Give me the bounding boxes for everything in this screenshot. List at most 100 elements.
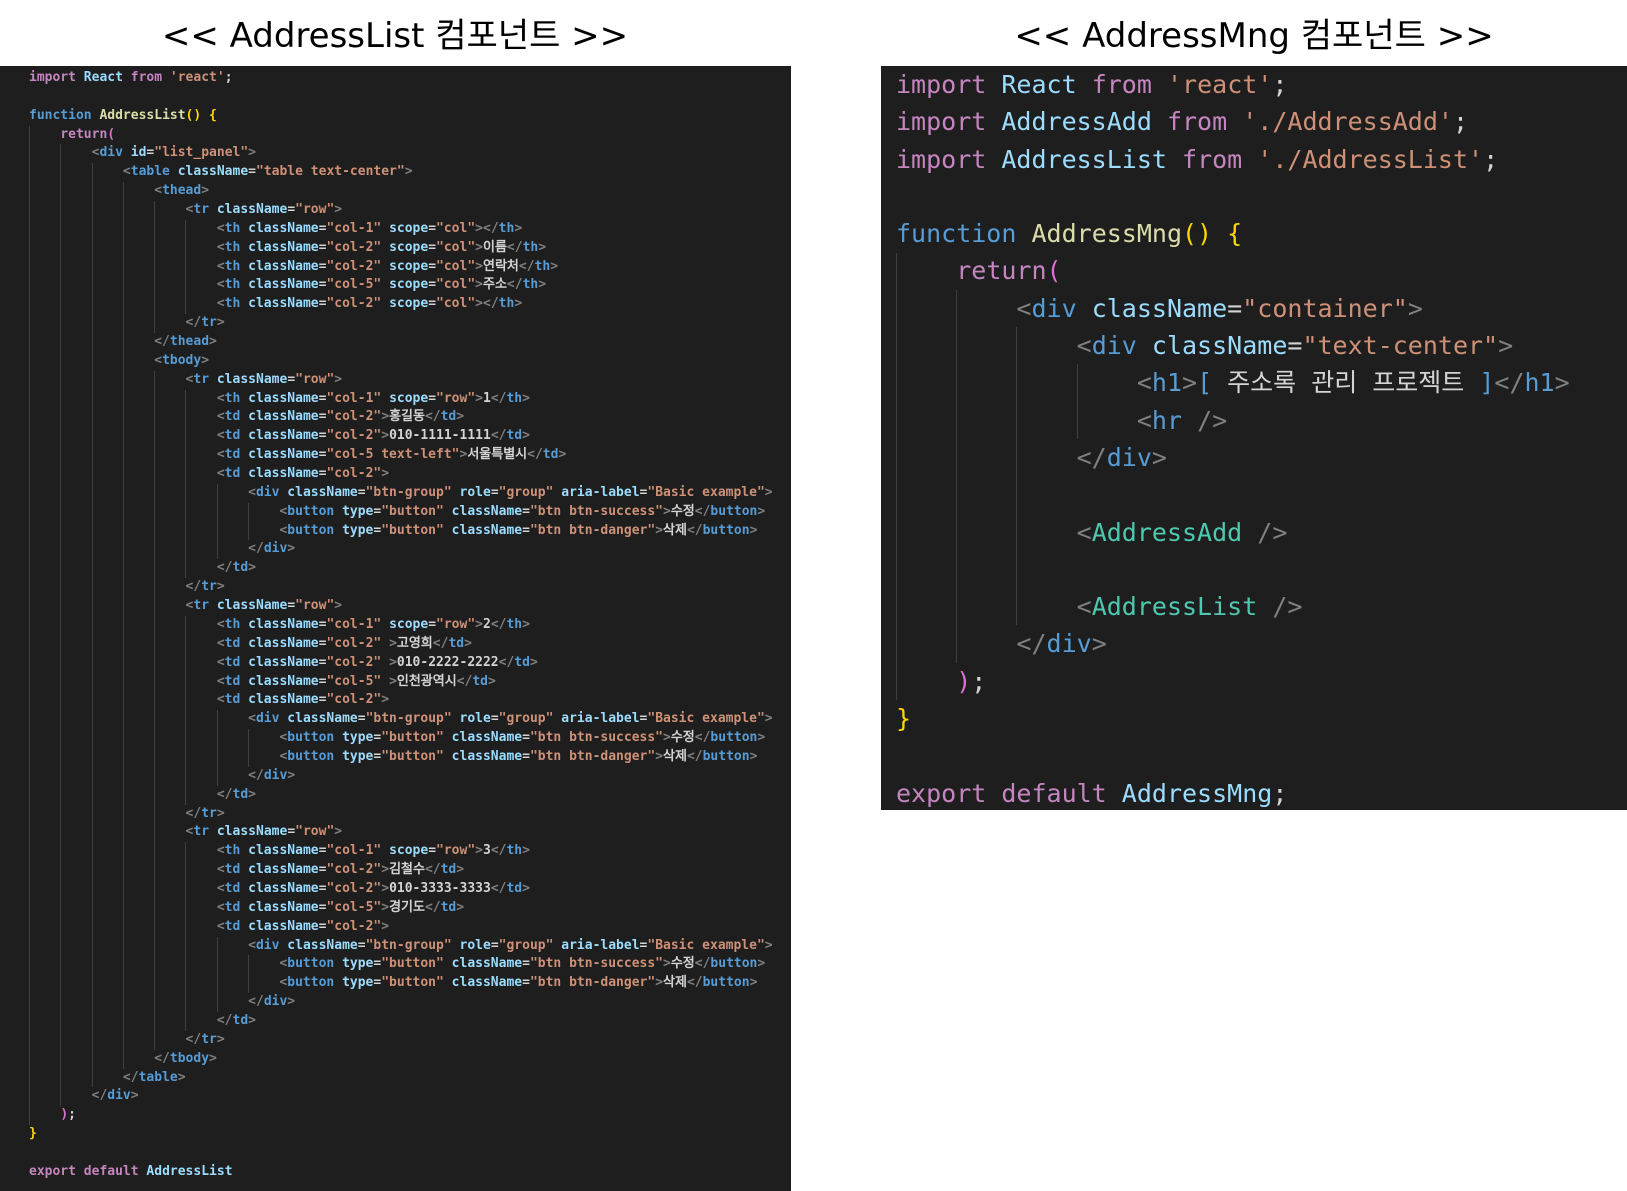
code-token: ): [60, 1107, 69, 1123]
code-token: >: [389, 635, 397, 651]
code-token: "button": [381, 503, 444, 519]
indent-guide: [122, 182, 124, 1069]
code-token: td: [224, 447, 241, 463]
code-token: />: [1197, 405, 1228, 435]
code-token: >: [475, 843, 483, 859]
code-token: ;: [1452, 107, 1469, 137]
code-token: button: [287, 503, 335, 519]
code-line: function AddressList() {: [29, 107, 791, 126]
code-line: </tr>: [29, 578, 791, 597]
code-token: </: [216, 560, 233, 576]
code-token: >: [538, 277, 547, 293]
code-token: th: [522, 277, 539, 293]
code-token: type: [342, 730, 374, 746]
code-line: <button type="button" className="btn btn…: [29, 729, 791, 748]
code-line: <div id="list_panel">: [29, 144, 791, 163]
code-token: >: [522, 428, 530, 444]
code-token: </: [694, 956, 711, 972]
code-line: <button type="button" className="btn btn…: [29, 503, 791, 522]
code-line: </tr>: [29, 314, 791, 333]
code-token: <: [248, 937, 256, 953]
code-token: td: [232, 786, 249, 802]
code-token: className: [177, 164, 249, 180]
code-line: <h1>[ 주소록 관리 프로젝트 ]</h1>: [896, 364, 1627, 401]
code-token: "button": [381, 748, 444, 764]
code-line: <button type="button" className="btn btn…: [29, 974, 791, 993]
code-token: >: [216, 1031, 225, 1047]
code-token: >: [764, 711, 773, 727]
code-token: <: [216, 296, 225, 312]
indent-guide: [185, 615, 187, 805]
code-token: className: [451, 748, 523, 764]
code-token: <: [216, 880, 225, 896]
code-token: return: [956, 256, 1047, 286]
code-token: "container": [1242, 293, 1408, 323]
code-token: "row": [295, 371, 335, 387]
code-token: ></: [475, 296, 499, 312]
code-token: =: [428, 843, 437, 859]
code-token: button: [287, 975, 335, 991]
code-token: className: [248, 428, 319, 444]
code-token: <: [1136, 368, 1152, 398]
code-line: <AddressList />: [896, 588, 1627, 625]
code-token: type: [342, 975, 374, 991]
code-token: >: [209, 334, 217, 350]
code-token: <: [216, 899, 225, 915]
code-token: th: [224, 258, 241, 274]
code-token: <: [216, 390, 225, 406]
code-token: AddressList: [99, 107, 186, 123]
code-token: 김철수: [389, 862, 425, 878]
code-token: <: [216, 466, 225, 482]
code-token: th: [498, 296, 515, 312]
code-token: =: [428, 220, 437, 236]
code-token: =: [287, 202, 296, 218]
code-line: return(: [896, 252, 1627, 289]
code-token: div: [255, 484, 280, 500]
code-token: </: [248, 541, 264, 557]
code-token: tr: [201, 1031, 217, 1047]
code-token: "group": [498, 937, 554, 953]
code-token: className: [248, 880, 319, 896]
code-token: button: [287, 730, 335, 746]
code-line: <td className="col-2">: [29, 691, 791, 710]
code-token: >: [749, 748, 758, 764]
code-token: "btn-group": [365, 484, 452, 500]
code-token: className: [248, 447, 319, 463]
code-line: </table>: [29, 1069, 791, 1088]
code-token: >: [248, 786, 256, 802]
code-token: className: [248, 862, 319, 878]
code-token: tr: [193, 824, 210, 840]
code-token: h1: [1524, 368, 1555, 398]
code-token: "btn btn-success": [529, 956, 664, 972]
code-token: </: [694, 503, 711, 519]
code-token: scope: [389, 616, 429, 632]
code-token: =: [490, 711, 499, 727]
code-line: <AddressAdd />: [896, 514, 1627, 551]
code-token: type: [342, 503, 374, 519]
code-token: >: [334, 371, 343, 387]
code-token: </: [498, 654, 515, 670]
code-line: import AddressList from './AddressList';: [896, 141, 1627, 178]
code-token: "Basic example": [647, 937, 765, 953]
code-token: th: [224, 220, 241, 236]
code-line: <div className="btn-group" role="group" …: [29, 484, 791, 503]
code-token: type: [342, 522, 374, 538]
code-token: "list_panel": [154, 145, 249, 161]
